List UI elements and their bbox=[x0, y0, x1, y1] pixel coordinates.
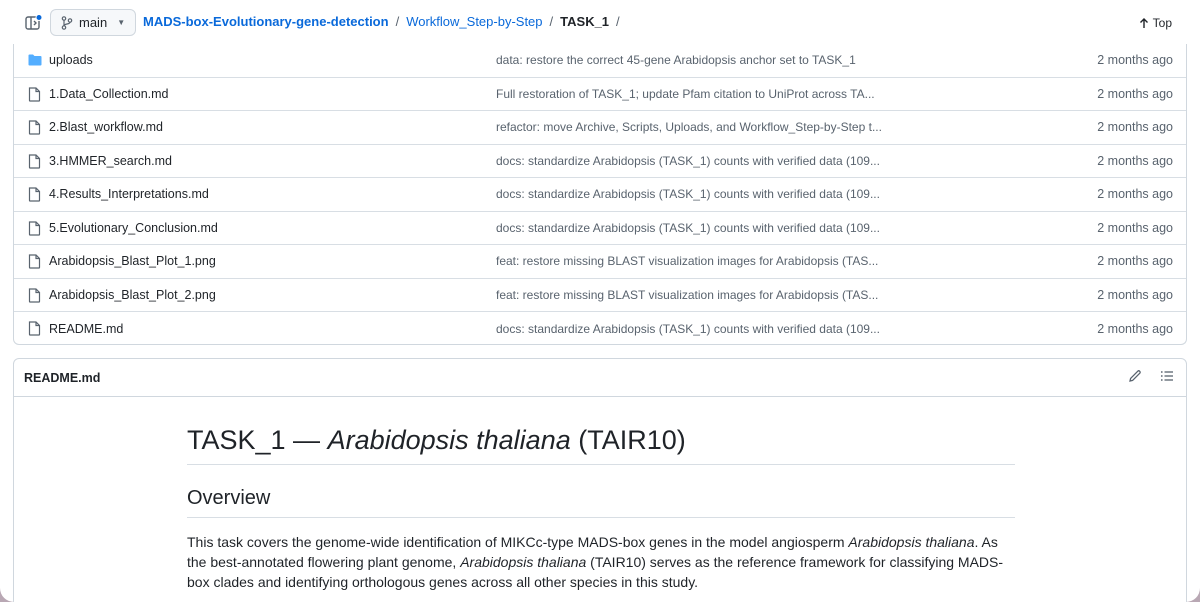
pencil-icon bbox=[1129, 370, 1141, 382]
commit-date: 2 months ago bbox=[1097, 153, 1173, 168]
overview-heading: Overview bbox=[187, 485, 1015, 518]
folder-icon bbox=[28, 53, 42, 69]
file-icon bbox=[28, 153, 42, 170]
sidebar-expand-icon bbox=[25, 14, 42, 30]
commit-message-link[interactable]: Full restoration of TASK_1; update Pfam … bbox=[496, 87, 875, 101]
file-row[interactable]: 2.Blast_workflow.md refactor: move Archiv… bbox=[14, 111, 1186, 145]
commit-date: 2 months ago bbox=[1097, 220, 1173, 235]
commit-message-link[interactable]: docs: standardize Arabidopsis (TASK_1) c… bbox=[496, 154, 880, 168]
overview-text-part: This task covers the genome-wide identif… bbox=[187, 534, 849, 550]
file-row[interactable]: uploads data: restore the correct 45-gene… bbox=[14, 44, 1186, 78]
breadcrumb-current: TASK_1 bbox=[560, 14, 610, 29]
readme-filename[interactable]: README.md bbox=[24, 371, 100, 385]
commit-date: 2 months ago bbox=[1097, 254, 1173, 269]
readme-title-species: Arabidopsis thaliana bbox=[327, 425, 571, 455]
file-icon bbox=[28, 254, 42, 270]
readme-header: README.md bbox=[14, 359, 1186, 397]
commit-date: 2 months ago bbox=[1097, 187, 1173, 202]
file-name-link[interactable]: Arabidopsis_Blast_Plot_2.png bbox=[49, 288, 216, 302]
top-button[interactable]: Top bbox=[1139, 16, 1172, 30]
overview-paragraph: This task covers the genome-wide identif… bbox=[187, 532, 1015, 592]
commit-message-link[interactable]: feat: restore missing BLAST visualizatio… bbox=[496, 288, 878, 302]
file-name-link[interactable]: 4.Results_Interpretations.md bbox=[49, 187, 209, 201]
file-icon bbox=[28, 86, 42, 103]
branch-selector-button[interactable]: main ▼ bbox=[50, 9, 136, 36]
chevron-down-icon: ▼ bbox=[117, 18, 126, 27]
readme-title-suffix: (TAIR10) bbox=[570, 425, 686, 455]
file-icon bbox=[28, 120, 42, 136]
species-name: Arabidopsis thaliana bbox=[460, 554, 587, 570]
readme-title: TASK_1 — Arabidopsis thaliana (TAIR10) bbox=[187, 423, 1015, 465]
edit-file-button[interactable] bbox=[1128, 369, 1142, 386]
file-icon bbox=[28, 187, 42, 203]
readme-panel: README.md TASK_1 — Arabidopsis thaliana … bbox=[13, 358, 1187, 602]
commit-message-link[interactable]: docs: standardize Arabidopsis (TASK_1) c… bbox=[496, 187, 880, 201]
species-name: Arabidopsis thaliana bbox=[848, 534, 975, 550]
git-branch-icon bbox=[61, 15, 73, 30]
branch-name: main bbox=[79, 15, 108, 30]
commit-message-link[interactable]: docs: standardize Arabidopsis (TASK_1) c… bbox=[496, 322, 880, 336]
file-name-link[interactable]: 5.Evolutionary_Conclusion.md bbox=[49, 221, 218, 235]
file-row[interactable]: 3.HMMER_search.md docs: standardize Arabi… bbox=[14, 145, 1186, 178]
file-row[interactable]: 5.Evolutionary_Conclusion.md docs: standa… bbox=[14, 212, 1186, 245]
file-icon bbox=[28, 287, 42, 304]
page: main ▼ MADS-box-Evolutionary-gene-detect… bbox=[0, 0, 1200, 602]
file-icon bbox=[28, 321, 42, 337]
file-list: uploads data: restore the correct 45-gene… bbox=[13, 44, 1187, 345]
commit-message-link[interactable]: data: restore the correct 45-gene Arabid… bbox=[496, 53, 856, 67]
breadcrumb-separator: / bbox=[395, 14, 400, 29]
file-row[interactable]: 4.Results_Interpretations.md docs: standa… bbox=[14, 178, 1186, 212]
file-navigation-bar: main ▼ MADS-box-Evolutionary-gene-detect… bbox=[0, 0, 1200, 44]
expand-file-tree-button[interactable] bbox=[22, 12, 44, 34]
file-row[interactable]: README.md docs: standardize Arabidopsis (… bbox=[14, 312, 1186, 346]
file-row[interactable]: Arabidopsis_Blast_Plot_1.png feat: restor… bbox=[14, 245, 1186, 279]
commit-message-link[interactable]: docs: standardize Arabidopsis (TASK_1) c… bbox=[496, 221, 880, 235]
top-label: Top bbox=[1152, 16, 1172, 30]
file-name-link[interactable]: 1.Data_Collection.md bbox=[49, 87, 169, 101]
breadcrumb-folder-link[interactable]: Workflow_Step-by-Step bbox=[406, 14, 542, 29]
breadcrumb-separator: / bbox=[616, 14, 620, 29]
commit-date: 2 months ago bbox=[1097, 120, 1173, 135]
breadcrumb-repo-link[interactable]: MADS-box-Evolutionary-gene-detection bbox=[143, 14, 389, 29]
commit-date: 2 months ago bbox=[1097, 287, 1173, 302]
arrow-up-icon bbox=[1139, 17, 1148, 28]
commit-date: 2 months ago bbox=[1097, 321, 1173, 336]
commit-date: 2 months ago bbox=[1097, 86, 1173, 101]
file-row[interactable]: Arabidopsis_Blast_Plot_2.png feat: restor… bbox=[14, 279, 1186, 312]
list-unordered-icon bbox=[1160, 371, 1173, 381]
file-icon bbox=[28, 220, 42, 237]
readme-title-prefix: TASK_1 — bbox=[187, 425, 328, 455]
breadcrumb-separator: / bbox=[549, 14, 554, 29]
file-name-link[interactable]: README.md bbox=[49, 322, 123, 336]
readme-actions bbox=[1128, 369, 1174, 386]
outline-button[interactable] bbox=[1160, 369, 1174, 386]
breadcrumb: MADS-box-Evolutionary-gene-detection / W… bbox=[143, 14, 627, 29]
commit-message-link[interactable]: feat: restore missing BLAST visualizatio… bbox=[496, 254, 878, 268]
readme-content: TASK_1 — Arabidopsis thaliana (TAIR10) O… bbox=[187, 423, 1015, 592]
file-name-link[interactable]: 3.HMMER_search.md bbox=[49, 154, 172, 168]
file-row[interactable]: 1.Data_Collection.md Full restoration of … bbox=[14, 78, 1186, 111]
file-name-link[interactable]: uploads bbox=[49, 53, 93, 67]
file-name-link[interactable]: Arabidopsis_Blast_Plot_1.png bbox=[49, 254, 216, 268]
commit-message-link[interactable]: refactor: move Archive, Scripts, Uploads… bbox=[496, 120, 882, 134]
file-name-link[interactable]: 2.Blast_workflow.md bbox=[49, 120, 163, 134]
commit-date: 2 months ago bbox=[1097, 53, 1173, 68]
